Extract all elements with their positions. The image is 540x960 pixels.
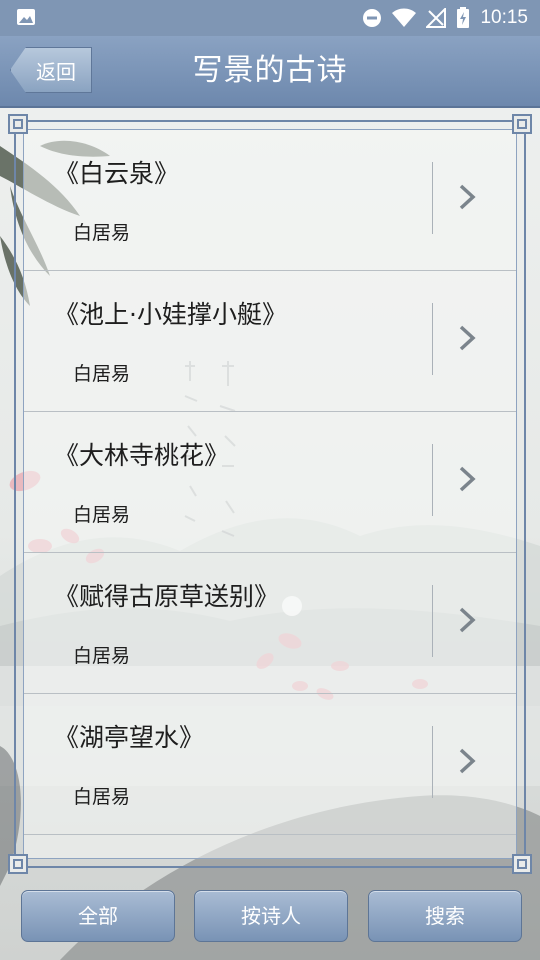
- poem-list-item[interactable]: 《大林寺桃花》 白居易: [24, 412, 516, 553]
- poem-list-item[interactable]: 《湖亭望水》 白居易: [24, 694, 516, 835]
- poem-author: 白居易: [73, 786, 131, 808]
- poem-list-item[interactable]: 《池上·小娃撑小艇》 白居易: [24, 271, 516, 412]
- chevron-right-icon: [459, 325, 476, 351]
- poem-title: 《湖亭望水》: [54, 723, 205, 752]
- image-notification-icon: [17, 9, 35, 25]
- header-bar: 写景的古诗 返回: [0, 36, 540, 108]
- poem-author: 白居易: [73, 363, 131, 385]
- poem-title: 《赋得古原草送别》: [54, 582, 280, 611]
- item-divider: [432, 444, 433, 516]
- chevron-right-icon: [459, 748, 476, 774]
- clock: 10:15: [480, 7, 528, 28]
- poem-author: 白居易: [73, 504, 131, 526]
- poem-list-item[interactable]: 《白云泉》 白居易: [24, 130, 516, 271]
- wifi-icon: [392, 8, 417, 27]
- frame-corner: [8, 854, 28, 874]
- item-divider: [432, 585, 433, 657]
- poem-author: 白居易: [73, 645, 131, 667]
- poem-title: 《白云泉》: [54, 159, 180, 188]
- back-button[interactable]: 返回: [10, 47, 92, 93]
- poem-list: 《白云泉》 白居易 《池上·小娃撑小艇》 白居易 《大林寺桃花》 白居易 《赋得…: [24, 130, 516, 835]
- poem-author: 白居易: [73, 222, 131, 244]
- by-poet-button[interactable]: 按诗人: [194, 890, 348, 942]
- poem-title: 《池上·小娃撑小艇》: [54, 300, 287, 329]
- search-button[interactable]: 搜索: [368, 890, 522, 942]
- poem-list-item[interactable]: 《赋得古原草送别》 白居易: [24, 553, 516, 694]
- do-not-disturb-icon: [363, 9, 382, 27]
- chevron-right-icon: [459, 466, 476, 492]
- chevron-right-icon: [459, 607, 476, 633]
- no-signal-icon: [426, 8, 447, 28]
- all-button[interactable]: 全部: [21, 890, 175, 942]
- chevron-right-icon: [459, 184, 476, 210]
- battery-charging-icon: [457, 7, 470, 28]
- item-divider: [432, 162, 433, 234]
- frame-corner: [512, 854, 532, 874]
- item-divider: [432, 303, 433, 375]
- poem-title: 《大林寺桃花》: [54, 441, 230, 470]
- status-bar: 10:15: [0, 0, 540, 36]
- item-divider: [432, 726, 433, 798]
